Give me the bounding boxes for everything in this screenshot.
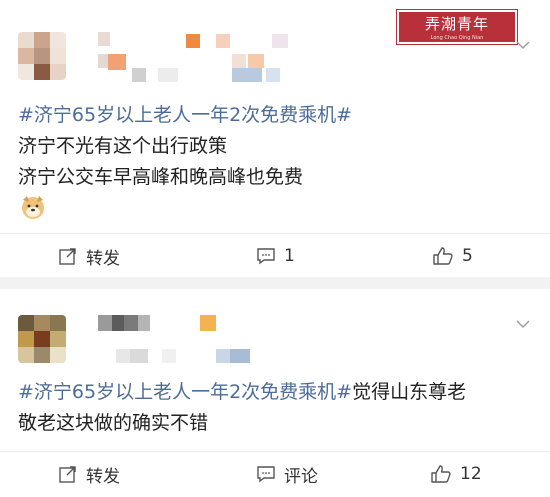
post-card: #济宁65岁以上老人一年2次免费乘机#觉得山东尊老 敬老这块做的确实不错 转发 … (0, 289, 550, 497)
repost-label: 转发 (86, 248, 120, 269)
comment-button[interactable]: 1 (256, 234, 295, 278)
like-icon (432, 246, 454, 266)
comment-icon (256, 464, 276, 484)
post-text-line: 济宁不光有这个出行政策 (18, 135, 228, 157)
avatar[interactable] (18, 32, 66, 80)
comment-icon (256, 246, 276, 266)
like-count: 12 (460, 464, 482, 484)
post-content: #济宁65岁以上老人一年2次免费乘机# 济宁不光有这个出行政策 济宁公交车早高峰… (18, 100, 534, 193)
post-card: 弄潮青年 Long Chao Qing Nian #济宁65岁以上老人一年2次免… (0, 0, 550, 277)
watermark-subtitle: Long Chao Qing Nian (430, 35, 484, 41)
like-icon (430, 464, 452, 484)
post-header: 弄潮青年 Long Chao Qing Nian (0, 0, 550, 100)
share-icon (58, 246, 78, 266)
post-text-line: 觉得山东尊老 (352, 381, 467, 403)
chevron-down-icon[interactable] (516, 38, 530, 52)
topic-link[interactable]: #济宁65岁以上老人一年2次免费乘机# (18, 104, 352, 126)
like-button[interactable]: 12 (430, 452, 482, 496)
post-header (0, 289, 550, 389)
like-count: 5 (462, 246, 473, 266)
post-content: #济宁65岁以上老人一年2次免费乘机#觉得山东尊老 敬老这块做的确实不错 (18, 377, 534, 439)
post-actions: 转发 1 5 (0, 233, 550, 277)
doge-emoji (20, 194, 46, 220)
username-blurred[interactable] (98, 32, 328, 82)
post-actions: 转发 评论 12 (0, 451, 550, 495)
comment-button[interactable]: 评论 (256, 452, 318, 496)
comment-label: 评论 (284, 466, 318, 487)
share-icon (58, 464, 78, 484)
watermark-title: 弄潮青年 (424, 15, 489, 33)
comment-count: 1 (284, 246, 295, 266)
avatar[interactable] (18, 315, 66, 363)
repost-button[interactable]: 转发 (58, 234, 120, 278)
repost-label: 转发 (86, 466, 120, 487)
repost-button[interactable]: 转发 (58, 452, 120, 496)
watermark-logo: 弄潮青年 Long Chao Qing Nian (396, 9, 518, 46)
post-text-line: 敬老这块做的确实不错 (18, 412, 209, 434)
username-blurred[interactable] (98, 313, 298, 365)
topic-link[interactable]: #济宁65岁以上老人一年2次免费乘机# (18, 381, 352, 403)
post-text-line: 济宁公交车早高峰和晚高峰也免费 (18, 166, 304, 188)
like-button[interactable]: 5 (432, 234, 473, 278)
chevron-down-icon[interactable] (516, 317, 530, 331)
